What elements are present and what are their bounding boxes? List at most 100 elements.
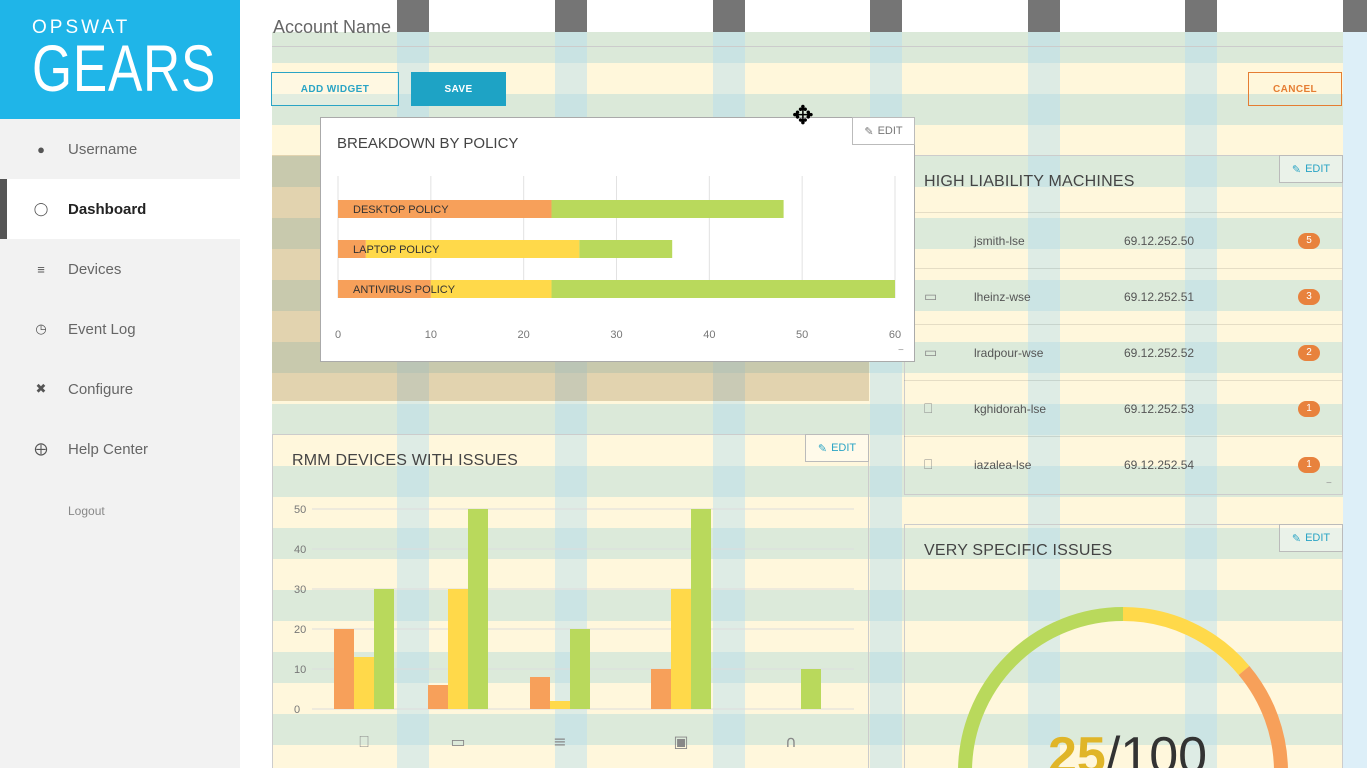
bar xyxy=(428,685,448,709)
bar xyxy=(374,589,394,709)
grid-gutter-marker xyxy=(1185,0,1217,32)
resize-handle-icon[interactable]: − xyxy=(898,345,910,357)
x-tick-label: 0 xyxy=(335,329,341,341)
pencil-icon: ✎ xyxy=(1291,532,1302,545)
x-tick-label: 10 xyxy=(425,329,437,341)
sidebar-item-label: Username xyxy=(68,140,138,158)
widget-title: BREAKDOWN BY POLICY xyxy=(337,135,519,152)
save-button[interactable]: SAVE xyxy=(411,72,506,106)
widget-title: VERY SPECIFIC ISSUES xyxy=(924,542,1113,559)
edit-button[interactable]: ✎ EDIT xyxy=(805,434,869,462)
pencil-icon: ✎ xyxy=(864,125,874,138)
sidebar-item-label: Devices xyxy=(68,260,122,278)
hostname: jsmith-lse xyxy=(974,233,1025,248)
issue-count-badge: 1 xyxy=(1298,400,1320,417)
bar-segment xyxy=(579,240,673,258)
y-tick-label: 10 xyxy=(294,664,306,676)
sidebar: OPSWAT GEARS ● Username ◯ Dashboard ≡ De… xyxy=(0,0,240,768)
edit-label: EDIT xyxy=(877,125,903,137)
edit-button[interactable]: ✎ EDIT xyxy=(1279,155,1343,183)
logout-link[interactable]: Logout xyxy=(68,504,105,518)
brand-main: GEARS xyxy=(32,31,217,105)
bar-segment xyxy=(551,280,895,298)
table-row[interactable]: ⎕ kghidorah-lse 69.12.252.53 1 xyxy=(904,380,1342,436)
table-row[interactable]: ▭ lradpour-wse 69.12.252.52 2 xyxy=(904,324,1342,380)
hostname: lheinz-wse xyxy=(974,289,1031,304)
monitor-icon: ▭ xyxy=(450,732,465,751)
bar xyxy=(334,629,354,709)
grid-gutter-marker xyxy=(713,0,745,32)
grid-gutter-marker xyxy=(397,0,429,32)
y-tick-label: 0 xyxy=(294,704,300,716)
sidebar-item-label: Dashboard xyxy=(68,200,147,218)
bar xyxy=(354,657,374,709)
edit-label: EDIT xyxy=(1305,532,1331,544)
rmm-bar-chart: 0 10 20 30 40 50 ⎕ ▭ ≡ ▣ ∩ xyxy=(294,504,854,751)
grid-gutter xyxy=(1343,32,1367,768)
add-widget-button[interactable]: ADD WIDGET xyxy=(271,72,399,106)
score-readout: 25/100 xyxy=(1048,726,1207,768)
ip-address: 69.12.252.54 xyxy=(1124,457,1195,472)
breakdown-policy-widget[interactable]: ✎ EDIT BREAKDOWN BY POLICY 0 10 20 30 40 50 60… xyxy=(320,117,915,362)
grid-gutter-marker xyxy=(1343,0,1367,32)
account-name: Account Name xyxy=(273,17,392,37)
sidebar-item-username[interactable]: ● Username xyxy=(0,119,240,179)
bar xyxy=(468,509,488,709)
ip-address: 69.12.252.52 xyxy=(1124,345,1195,360)
sidebar-item-event-log[interactable]: ◷ Event Log xyxy=(0,299,240,359)
sidebar-item-label: Event Log xyxy=(68,320,136,338)
policy-bar-chart: 0 10 20 30 40 50 60 DESKTOP POLICY LAPTOP POLICY… xyxy=(335,176,901,341)
bar xyxy=(651,669,671,709)
tools-icon: ✖ xyxy=(35,381,47,396)
category-label: DESKTOP POLICY xyxy=(353,204,449,216)
edit-label: EDIT xyxy=(831,442,857,454)
table-row[interactable]: jsmith-lse 69.12.252.50 5 xyxy=(904,212,1342,268)
x-tick-label: 40 xyxy=(703,329,715,341)
gauge-icon: ◯ xyxy=(33,201,49,216)
cancel-button[interactable]: CANCEL xyxy=(1248,72,1342,106)
laptop-icon: ⎕ xyxy=(359,732,369,751)
y-tick-label: 50 xyxy=(294,504,306,516)
table-row[interactable]: ⎕ iazalea-lse 69.12.252.54 1 xyxy=(904,436,1342,492)
x-tick-label: 30 xyxy=(610,329,622,341)
issue-count-badge: 2 xyxy=(1298,344,1320,361)
sidebar-item-devices[interactable]: ≡ Devices xyxy=(0,239,240,299)
divider xyxy=(272,46,1343,47)
widget-title: RMM DEVICES WITH ISSUES xyxy=(292,452,518,469)
widget-title: HIGH LIABILITY MACHINES xyxy=(924,173,1135,190)
category-label: LAPTOP POLICY xyxy=(353,244,440,256)
ip-address: 69.12.252.53 xyxy=(1124,401,1195,416)
bar xyxy=(448,589,468,709)
bar xyxy=(550,701,570,709)
server-icon: ≡ xyxy=(553,732,566,751)
sidebar-item-help-center[interactable]: ⨁ Help Center xyxy=(0,419,240,479)
ip-address: 69.12.252.50 xyxy=(1124,233,1195,248)
monitor-icon: ▭ xyxy=(924,344,938,360)
move-cursor-icon: ✥ xyxy=(792,100,814,130)
sidebar-item-dashboard[interactable]: ◯ Dashboard xyxy=(0,179,240,239)
score-total: /100 xyxy=(1105,727,1208,768)
table-row[interactable]: ▭ lheinz-wse 69.12.252.51 3 xyxy=(904,268,1342,324)
x-tick-label: 50 xyxy=(796,329,808,341)
issue-count-badge: 1 xyxy=(1298,456,1320,473)
bar xyxy=(801,669,821,709)
pencil-icon: ✎ xyxy=(817,442,828,455)
y-tick-label: 20 xyxy=(294,624,306,636)
clock-icon: ◷ xyxy=(35,321,47,336)
hostname: iazalea-lse xyxy=(974,457,1032,472)
edit-button[interactable]: ✎ EDIT xyxy=(1279,524,1343,552)
issue-count-badge: 5 xyxy=(1298,232,1320,249)
pencil-icon: ✎ xyxy=(1291,163,1302,176)
hostname: lradpour-wse xyxy=(974,345,1044,360)
user-icon: ● xyxy=(37,141,45,157)
grid-gutter-marker xyxy=(1028,0,1060,32)
sidebar-item-configure[interactable]: ✖ Configure xyxy=(0,359,240,419)
category-label: ANTIVIRUS POLICY xyxy=(353,284,456,296)
score-value: 25 xyxy=(1048,727,1106,768)
sidebar-item-label: Help Center xyxy=(68,440,149,458)
bar-segment xyxy=(551,200,784,218)
opswat-gears-logo[interactable]: OPSWAT GEARS xyxy=(0,0,240,119)
lifebuoy-icon: ⨁ xyxy=(34,441,48,456)
grid-row xyxy=(272,32,1343,63)
edit-button[interactable]: ✎ EDIT xyxy=(852,117,915,145)
